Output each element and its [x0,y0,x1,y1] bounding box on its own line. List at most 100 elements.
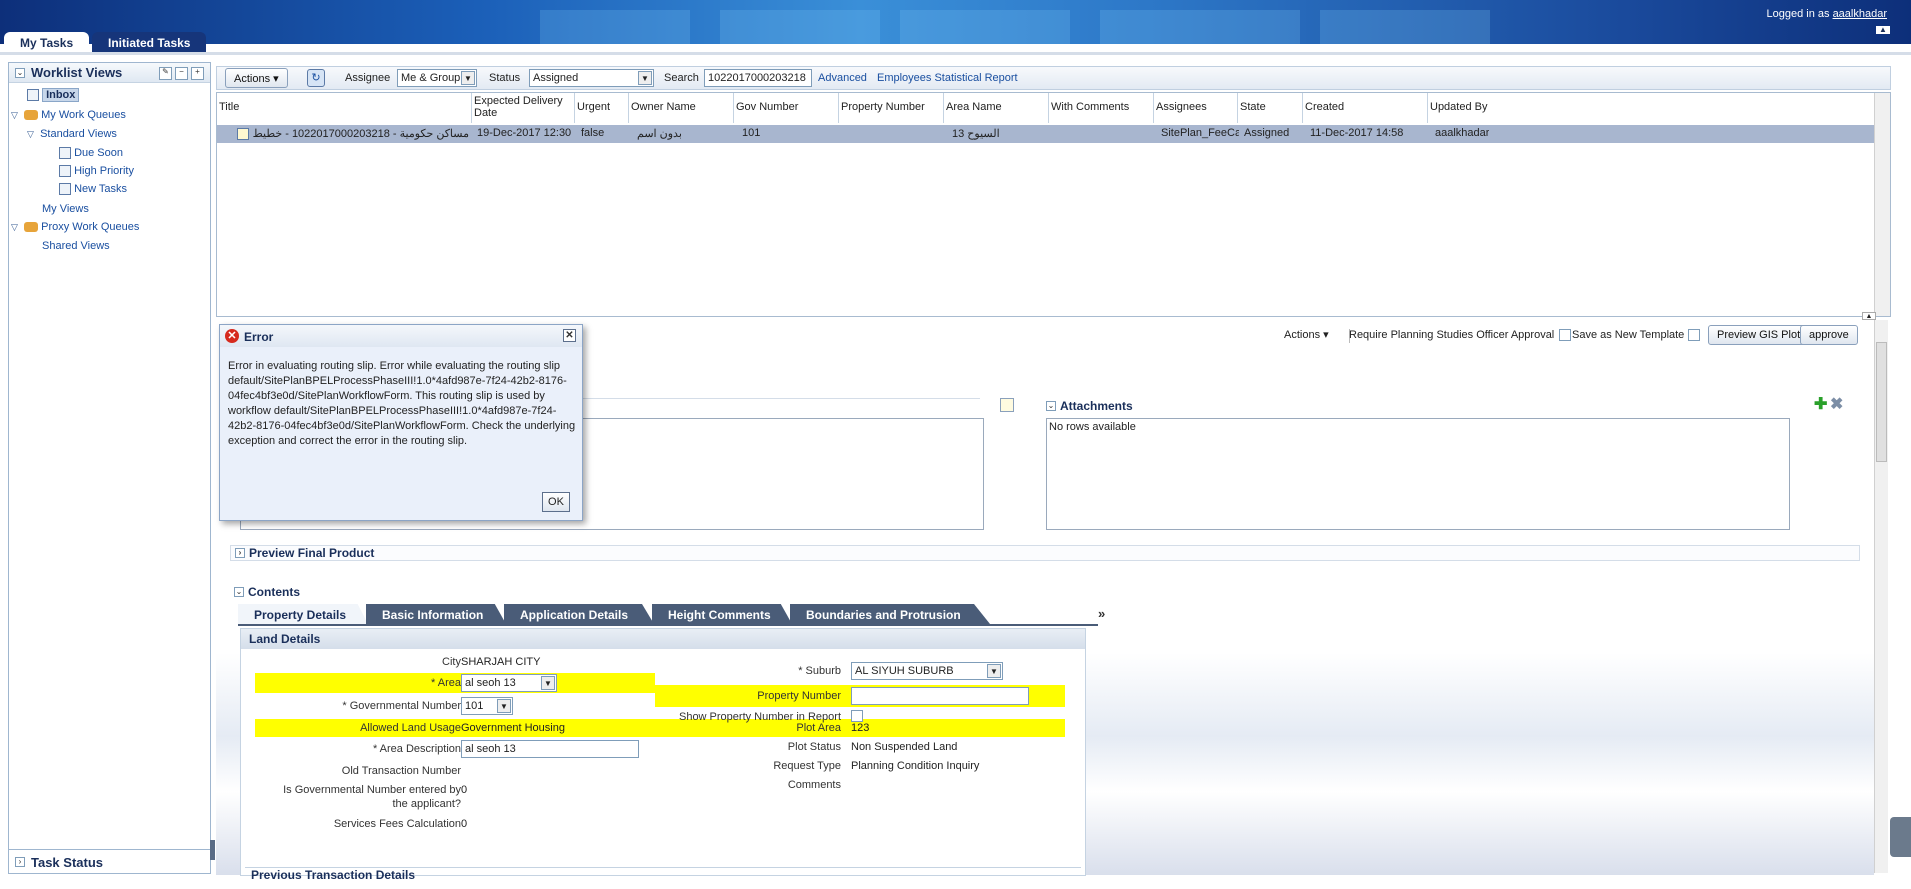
detail-actions-button[interactable]: Actions ▾ [1284,328,1329,341]
more-tabs-icon[interactable]: » [1098,606,1105,621]
advanced-link[interactable]: Advanced [818,72,867,84]
col-with-comments[interactable]: With Comments [1049,93,1154,123]
tree-item-proxy-work-queues[interactable]: ▽ Proxy Work Queues [11,221,139,233]
col-title[interactable]: Title [217,93,472,123]
col-updated-by[interactable]: Updated By [1428,93,1890,123]
expand-icon[interactable]: › [15,857,25,867]
edit-view-icon[interactable]: ✎ [159,67,172,80]
area-select[interactable]: al seoh 13 ▼ [461,674,557,692]
search-input[interactable]: 1022017000203218 [704,69,812,87]
suburb-select[interactable]: AL SIYUH SUBURB ▼ [851,662,1003,680]
tab-height-comments[interactable]: Height Comments [652,604,792,624]
preview-gis-button[interactable]: Preview GIS Plot [1708,325,1810,345]
scrollbar-thumb[interactable] [1876,342,1887,462]
property-number-input[interactable] [851,687,1029,705]
tree-item-standard-views[interactable]: ▽ Standard Views [27,128,117,140]
collapse-header-icon[interactable]: ▲ [1876,26,1890,34]
add-attachment-icon[interactable]: ✚ [1814,397,1827,413]
splitter-handle[interactable] [210,840,215,860]
tree-item-shared-views[interactable]: Shared Views [42,240,110,252]
approve-button[interactable]: approve [1800,325,1858,345]
tree-item-due-soon[interactable]: Due Soon [59,147,123,160]
detail-scrollbar[interactable] [1874,320,1888,873]
error-message: Error in evaluating routing slip. Error … [228,360,576,447]
chevron-down-icon: ▼ [638,71,652,85]
tree-item-my-work-queues[interactable]: ▽ My Work Queues [11,109,126,121]
col-created[interactable]: Created [1303,93,1428,123]
collapse-grid-icon[interactable]: ▲ [1862,312,1876,320]
col-area-name[interactable]: Area Name [944,93,1049,123]
tree-item-high-priority[interactable]: High Priority [59,165,134,178]
add-view-icon[interactable]: + [191,67,204,80]
refresh-icon[interactable]: ↻ [307,69,325,87]
status-select[interactable]: Assigned ▼ [529,69,654,87]
expand-icon[interactable]: › [235,548,245,558]
collapse-icon[interactable]: ⌄ [15,68,25,78]
col-state[interactable]: State [1238,93,1303,123]
actions-button[interactable]: Actions ▾ [225,68,288,88]
tree-item-new-tasks[interactable]: New Tasks [59,183,127,196]
col-gov-number[interactable]: Gov Number [734,93,839,123]
close-icon[interactable]: ✕ [563,329,576,342]
collapse-icon[interactable]: ⌄ [234,587,244,597]
expand-triangle-icon[interactable]: ▽ [11,110,21,121]
gov-number-select[interactable]: 101 ▼ [461,697,513,715]
request-type-label: Request Type [773,760,841,772]
attachments-title: Attachments [1060,399,1133,413]
error-dialog-title-bar: ✕ Error ✕ [220,325,582,347]
tab-initiated-tasks[interactable]: Initiated Tasks [92,32,207,52]
grid-scrollbar[interactable] [1874,93,1890,316]
col-expected-date[interactable]: Expected Delivery Date [472,93,575,123]
contents-section[interactable]: ⌄ Contents [230,584,1860,600]
is-gov-label-2: the applicant? [392,798,462,810]
remove-view-icon[interactable]: − [175,67,188,80]
employees-report-link[interactable]: Employees Statistical Report [877,72,1018,84]
cell-created: 11-Dec-2017 14:58 [1310,127,1404,139]
property-tab-strip: Property Details Basic Information Appli… [238,604,1105,626]
proxy-work-queues-label: Proxy Work Queues [41,221,140,233]
expand-triangle-icon[interactable]: ▽ [11,222,21,233]
require-approval-checkbox[interactable] [1559,329,1571,341]
ok-button[interactable]: OK [542,492,570,512]
table-row[interactable]: مساكن حكومية - 1022017000203218 - خطيط 1… [217,125,1890,143]
tree-item-inbox[interactable]: Inbox [27,88,80,102]
area-desc-input[interactable]: al seoh 13 [461,740,639,758]
preview-final-product-section[interactable]: › Preview Final Product [230,545,1860,561]
tab-boundaries-protrusion[interactable]: Boundaries and Protrusion [790,604,990,624]
land-details-panel: Land Details City SHARJAH CITY * Area al… [240,628,1086,879]
worklist-views-title: Worklist Views [31,65,123,80]
no-rows-text: No rows available [1049,421,1136,433]
shared-views-label: Shared Views [42,240,110,252]
save-template-checkbox[interactable] [1688,329,1700,341]
plot-area-label: Plot Area [796,722,841,734]
tab-basic-information[interactable]: Basic Information [366,604,506,624]
tab-my-tasks[interactable]: My Tasks [4,32,90,52]
plot-status-label: Plot Status [787,741,841,753]
task-status-section[interactable]: › Task Status [9,849,210,873]
col-owner-name[interactable]: Owner Name [629,93,734,123]
col-property-number[interactable]: Property Number [839,93,944,123]
user-link[interactable]: aaalkhadar [1833,8,1887,20]
cell-area: السيوح 13 [952,128,1000,140]
side-handle-icon[interactable] [1890,817,1911,857]
plot-area-value: 123 [851,722,870,734]
add-comment-icon[interactable] [1000,398,1014,412]
show-property-checkbox[interactable] [851,710,863,722]
chevron-down-icon: ▼ [541,676,555,690]
delete-attachment-icon[interactable]: ✖ [1830,397,1843,413]
cell-assignees: SitePlan_FeeCalc [1161,127,1239,139]
previous-transaction-header[interactable]: Previous Transaction Details [245,867,1081,879]
assignee-select[interactable]: Me & Group ▼ [397,69,477,87]
error-icon: ✕ [225,329,239,343]
tab-property-details[interactable]: Property Details [238,604,368,624]
col-assignees[interactable]: Assignees [1154,93,1238,123]
tree-item-my-views[interactable]: My Views [42,203,89,215]
collapse-icon[interactable]: ⌄ [1046,401,1056,411]
tab-application-details[interactable]: Application Details [504,604,654,624]
cell-gov: 101 [742,127,761,139]
list-icon [59,147,71,160]
expand-triangle-icon[interactable]: ▽ [27,129,37,140]
worklist-views-header: ⌄ Worklist Views ✎ − + [9,63,210,83]
cell-owner: بدون اسم [637,128,682,140]
col-urgent[interactable]: Urgent [575,93,629,123]
